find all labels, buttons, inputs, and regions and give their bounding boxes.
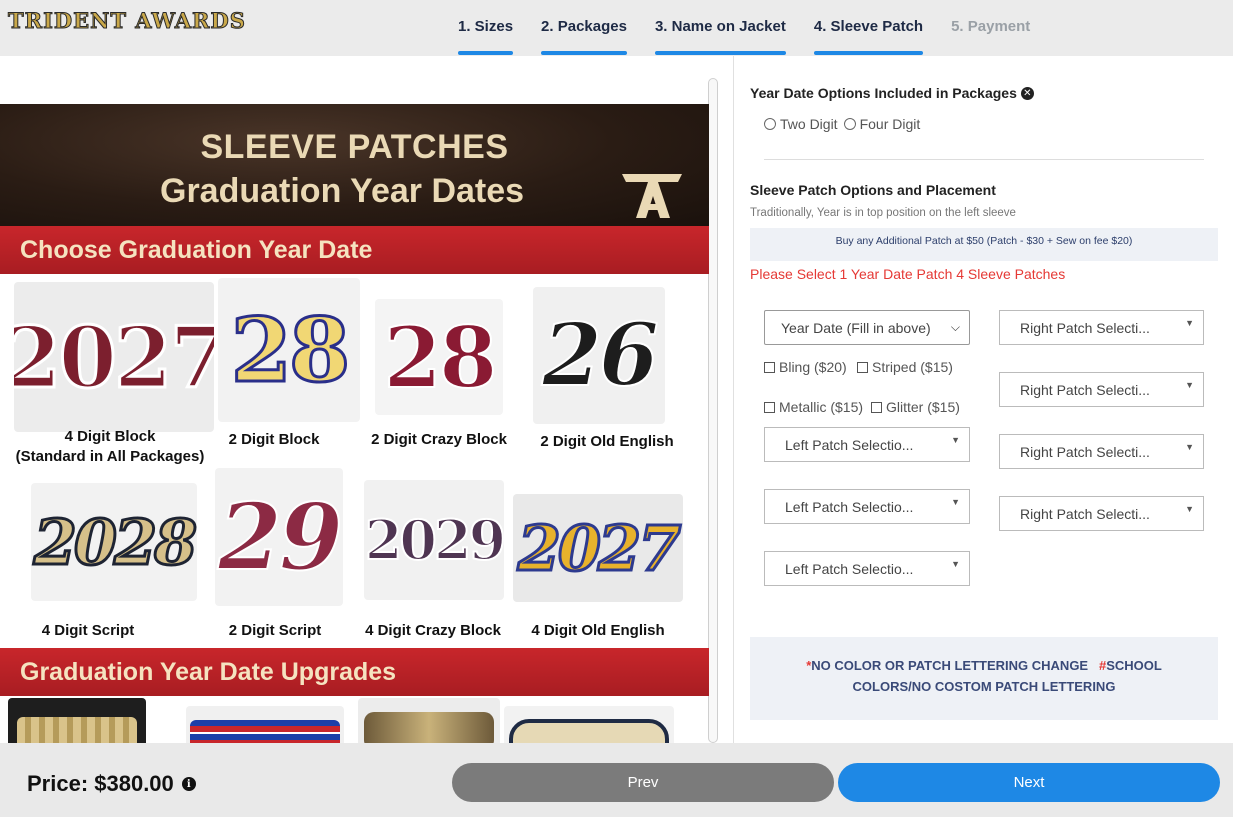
patch-upgrade-striped [186, 706, 344, 743]
metallic-checkbox[interactable]: Metallic ($15) [764, 399, 863, 415]
next-button[interactable]: Next [838, 763, 1220, 802]
patch-flyer-panel: SLEEVE PATCHES Graduation Year Dates Cho… [0, 56, 734, 743]
left-patch-select-1[interactable]: Left Patch Selectio... ▼ [764, 427, 970, 462]
caret-down-icon: ▼ [1185, 318, 1194, 328]
patch-2-digit-script: 29 [215, 468, 343, 606]
sleeve-options-heading: Sleeve Patch Options and Placement [750, 182, 996, 198]
caption-4-digit-crazy-block: 4 Digit Crazy Block [365, 622, 501, 639]
additional-patch-note: Buy any Additional Patch at $50 (Patch -… [750, 228, 1218, 261]
right-patch-select-4[interactable]: Right Patch Selecti... ▼ [999, 496, 1204, 531]
selection-warning: Please Select 1 Year Date Patch 4 Sleeve… [750, 266, 1066, 282]
caption-4-digit-script: 4 Digit Script [41, 622, 135, 639]
patch-4-digit-block: 2027 [14, 282, 214, 432]
right-patch-select-1[interactable]: Right Patch Selecti... ▼ [999, 310, 1204, 345]
caret-down-icon: ▼ [1185, 380, 1194, 390]
close-circle-icon[interactable]: ✕ [1020, 86, 1034, 100]
tab-payment[interactable]: 5. Payment [951, 0, 1030, 56]
tab-sizes[interactable]: 1. Sizes [458, 0, 514, 56]
section-choose-year: Choose Graduation Year Date [0, 226, 709, 274]
caret-down-icon: ▼ [1185, 504, 1194, 514]
patch-2-digit-old-english: 26 [533, 287, 665, 424]
left-patch-select-3[interactable]: Left Patch Selectio... ▼ [764, 551, 970, 586]
tab-packages[interactable]: 2. Packages [541, 0, 627, 56]
patch-4-digit-script: 2028 [31, 483, 197, 601]
right-patch-select-2[interactable]: Right Patch Selecti... ▼ [999, 372, 1204, 407]
year-digit-radio-group: Two Digit Four Digit [764, 116, 920, 132]
flyer-subtitle: Graduation Year Dates [160, 172, 525, 210]
left-patch-select-2[interactable]: Left Patch Selectio... ▼ [764, 489, 970, 524]
scrollbar[interactable] [708, 78, 718, 743]
step-tabs: 1. Sizes 2. Packages 3. Name on Jacket 4… [458, 0, 1058, 56]
striped-checkbox[interactable]: Striped ($15) [857, 359, 953, 375]
trident-logo-icon [622, 174, 682, 218]
right-patch-select-3[interactable]: Right Patch Selecti... ▼ [999, 434, 1204, 469]
section-upgrades-label: Graduation Year Date Upgrades [20, 658, 397, 686]
glitter-checkbox[interactable]: Glitter ($15) [871, 399, 960, 415]
tab-name-on-jacket[interactable]: 3. Name on Jacket [654, 0, 786, 56]
caption-2-digit-block: 2 Digit Block [228, 431, 320, 448]
caption-2-digit-script: 2 Digit Script [228, 622, 322, 639]
logo[interactable]: TRIDENT AWARDS [8, 8, 246, 34]
caption-2-digit-crazy-block: 2 Digit Crazy Block [371, 431, 507, 448]
top-bar: TRIDENT AWARDS 1. Sizes 2. Packages 3. N… [0, 0, 1233, 56]
patch-4-digit-crazy-block: 2029 [364, 480, 504, 600]
caret-down-icon: ▼ [951, 435, 960, 445]
prev-button[interactable]: Prev [452, 763, 834, 802]
patch-2-digit-crazy-block: 28 [375, 299, 503, 415]
year-date-select[interactable]: Year Date (Fill in above) ⌵ [764, 310, 970, 345]
year-options-heading: Year Date Options Included in Packages ✕ [750, 85, 1034, 101]
flyer-banner: SLEEVE PATCHES Graduation Year Dates [0, 104, 709, 226]
placement-hint: Traditionally, Year is in top position o… [750, 207, 1016, 219]
patch-policy-note: *NO COLOR OR PATCH LETTERING CHANGE #SCH… [750, 637, 1218, 720]
tab-sleeve-patch[interactable]: 4. Sleeve Patch [813, 0, 924, 56]
caret-down-icon: ▼ [951, 559, 960, 569]
patch-upgrade-metallic [358, 698, 500, 743]
section-upgrades: Graduation Year Date Upgrades [0, 648, 709, 696]
caret-down-icon: ▼ [951, 497, 960, 507]
radio-two-digit[interactable]: Two Digit [764, 116, 838, 132]
patch-upgrade-bling [8, 698, 146, 743]
radio-four-digit[interactable]: Four Digit [843, 116, 920, 132]
patch-2-digit-block: 28 [218, 278, 360, 422]
price-label: Price: $380.00 [27, 771, 174, 796]
info-icon[interactable]: i [181, 777, 196, 791]
sleeve-patch-form: Year Date Options Included in Packages ✕… [735, 56, 1233, 743]
divider [764, 159, 1204, 160]
section-choose-year-label: Choose Graduation Year Date [20, 236, 373, 264]
caption-4-digit-block: 4 Digit Block (Standard in All Packages) [15, 428, 205, 465]
caret-down-icon: ▼ [1185, 442, 1194, 452]
chevron-down-icon: ⌵ [950, 320, 960, 334]
caption-2-digit-old-english: 2 Digit Old English [540, 433, 674, 450]
caption-4-digit-old-english: 4 Digit Old English [531, 622, 665, 639]
price-display: Price: $380.00 i [27, 771, 196, 797]
bling-checkbox[interactable]: Bling ($20) [764, 359, 847, 375]
patch-4-digit-old-english: 2027 [513, 494, 683, 602]
flyer-title: SLEEVE PATCHES [200, 128, 509, 166]
patch-upgrade-glitter [504, 706, 674, 743]
bottom-bar: Price: $380.00 i Prev Next [0, 743, 1233, 817]
